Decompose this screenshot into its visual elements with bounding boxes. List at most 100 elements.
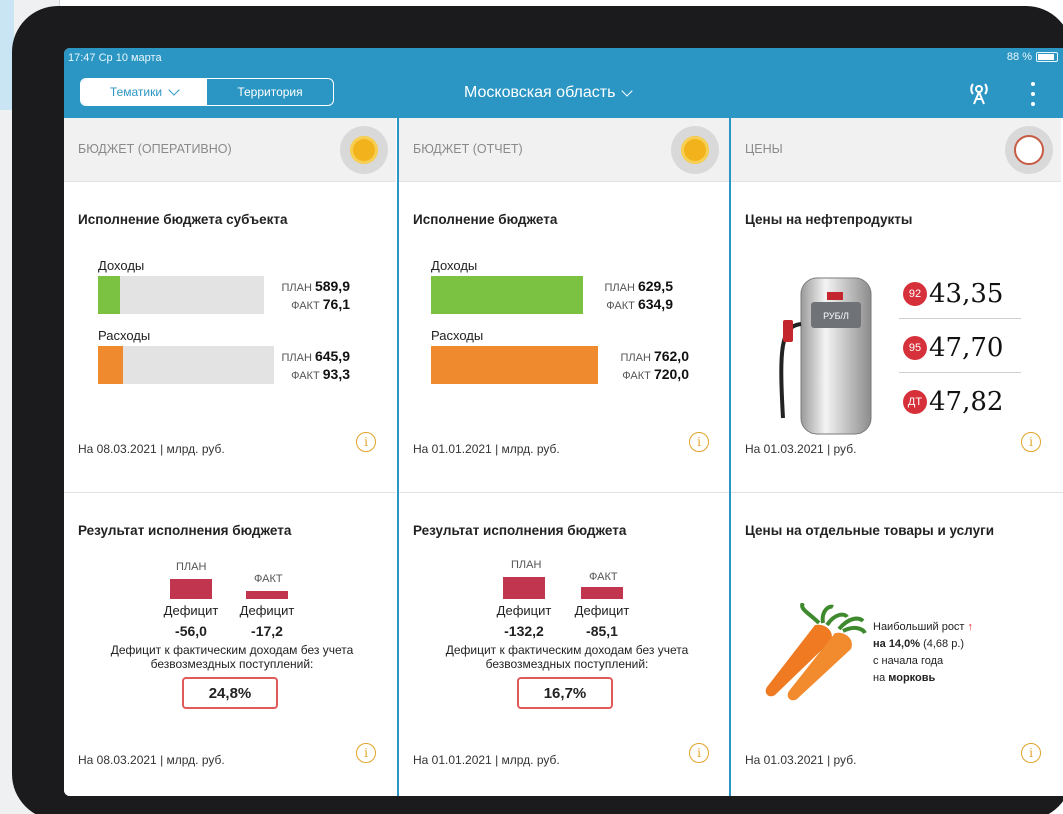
income-bar [98, 276, 264, 314]
tab-territory-label: Территория [237, 85, 303, 99]
card-title: Исполнение бюджета [413, 212, 558, 227]
income-bar-fill [98, 276, 120, 314]
income-values: ПЛАН 589,9 ФАКТ 76,1 [281, 278, 350, 312]
tab-topics[interactable]: Тематики [81, 79, 207, 105]
fact-label: ФАКТ [254, 573, 283, 585]
card-footer-date: На 01.03.2021 | руб. [745, 442, 857, 456]
price-row-dt: ДТ 47,82 [903, 380, 1021, 424]
column-title: БЮДЖЕТ (ОПЕРАТИВНО) [78, 142, 232, 156]
plan-deficit-block [170, 579, 212, 599]
plan-deficit-label: Дефицит [496, 603, 552, 618]
price-row-92: 92 43,35 [903, 272, 1021, 316]
goods-prices-card[interactable]: Цены на отдельные товары и услуги Наибол… [731, 492, 1063, 796]
info-icon[interactable]: i [1021, 743, 1041, 763]
card-footer-date: На 01.01.2021 | млрд. руб. [413, 442, 560, 456]
budget-result-card[interactable]: Результат исполнения бюджета ПЛАН ФАКТ Д… [64, 492, 396, 796]
plan-deficit-label: Дефицит [163, 603, 219, 618]
fuel-prices-card[interactable]: Цены на нефтепродукты РУБ/Л 92 43,35 95 … [731, 182, 1063, 492]
divider [899, 318, 1021, 319]
fuel-price-92: 43,35 [929, 279, 1004, 309]
tab-topics-label: Тематики [109, 85, 163, 99]
card-title: Результат исполнения бюджета [78, 523, 292, 538]
column-prices: ЦЕНЫ Цены на нефтепродукты РУБ/Л 92 43,3… [729, 118, 1063, 796]
column-header[interactable]: ЦЕНЫ [731, 118, 1061, 182]
fact-deficit-value: -85,1 [586, 623, 618, 639]
plan-label: ПЛАН [511, 559, 542, 571]
segmented-control: Тематики Территория [80, 78, 334, 106]
deficit-note: Дефицит к фактическим доходам без учета … [445, 643, 689, 671]
deficit-percent: 24,8% [182, 677, 278, 709]
fact-label: ФАКТ [589, 571, 618, 583]
deficit-percent: 16,7% [517, 677, 613, 709]
expense-bar-fill [431, 346, 599, 384]
expense-label: Расходы [431, 328, 484, 343]
growth-rub: (4,68 р.) [920, 638, 965, 650]
status-indicators: 88 % [1007, 51, 1058, 63]
fact-deficit-value: -17,2 [251, 623, 283, 639]
plan-label: ПЛАН [176, 561, 207, 573]
info-icon[interactable]: i [1021, 432, 1041, 452]
income-values: ПЛАН 629,5 ФАКТ 634,9 [604, 278, 673, 312]
fact-deficit-block [581, 587, 623, 599]
broadcast-icon[interactable] [966, 80, 992, 106]
fuel-tag-95: 95 [903, 336, 927, 360]
fact-deficit-label: Дефицит [239, 603, 295, 618]
plan-deficit-block [503, 577, 545, 599]
budget-execution-card[interactable]: Исполнение бюджета Доходы ПЛАН 629,5 ФАК… [399, 182, 731, 492]
chevron-down-icon [168, 84, 180, 96]
expense-values: ПЛАН 645,9 ФАКТ 93,3 [281, 348, 350, 382]
income-label: Доходы [431, 258, 478, 273]
tab-territory[interactable]: Территория [207, 79, 333, 105]
budget-result-card[interactable]: Результат исполнения бюджета ПЛАН ФАКТ Д… [399, 492, 731, 796]
battery-percent: 88 % [1006, 51, 1032, 63]
info-icon[interactable]: i [689, 743, 709, 763]
info-icon[interactable]: i [689, 432, 709, 452]
app-header: 17:47 Ср 10 марта 88 % Тематики Территор… [64, 48, 1063, 118]
more-menu-icon[interactable] [1026, 82, 1040, 106]
expense-label: Расходы [98, 328, 151, 343]
fuel-price-95: 47,70 [929, 333, 1004, 363]
column-header[interactable]: БЮДЖЕТ (ОТЧЕТ) [399, 118, 729, 182]
status-time: 17:47 Ср 10 марта [68, 52, 162, 64]
growth-product: морковь [888, 672, 936, 684]
coin-icon [671, 126, 719, 174]
info-icon[interactable]: i [356, 432, 376, 452]
chevron-down-icon [621, 85, 634, 97]
fuel-tag-92: 92 [903, 282, 927, 306]
growth-line1: Наибольший рост [873, 621, 965, 633]
fuel-pump-icon: РУБ/Л [779, 277, 872, 435]
top-growth-text: Наибольший рост ↑ на 14,0% (4,68 р.) с н… [873, 619, 973, 687]
battery-icon [1036, 52, 1058, 62]
fuel-tag-dt: ДТ [903, 390, 927, 414]
fact-deficit-block [246, 591, 288, 599]
growth-percent: на 14,0% [873, 638, 921, 650]
expense-bar [431, 346, 607, 384]
budget-execution-card[interactable]: Исполнение бюджета субъекта Доходы ПЛАН … [64, 182, 396, 492]
plan-deficit-value: -56,0 [175, 623, 207, 639]
plan-deficit-value: -132,2 [504, 623, 544, 639]
deficit-note: Дефицит к фактическим доходам без учета … [110, 643, 354, 671]
column-budget-report: БЮДЖЕТ (ОТЧЕТ) Исполнение бюджета Доходы… [397, 118, 731, 796]
region-selector[interactable]: Московская область [464, 84, 634, 102]
column-title: БЮДЖЕТ (ОТЧЕТ) [413, 142, 523, 156]
pump-label: РУБ/Л [823, 311, 849, 321]
income-bar-fill [431, 276, 583, 314]
info-icon[interactable]: i [356, 743, 376, 763]
column-budget-operational: БЮДЖЕТ (ОПЕРАТИВНО) Исполнение бюджета с… [64, 118, 396, 796]
column-title: ЦЕНЫ [745, 142, 783, 156]
card-footer-date: На 01.01.2021 | млрд. руб. [413, 753, 560, 767]
card-footer-date: На 01.03.2021 | руб. [745, 753, 857, 767]
card-title: Результат исполнения бюджета [413, 523, 627, 538]
card-footer-date: На 08.03.2021 | млрд. руб. [78, 442, 225, 456]
app-screen: 17:47 Ср 10 марта 88 % Тематики Территор… [64, 48, 1063, 796]
coin-icon [340, 126, 388, 174]
card-title: Цены на нефтепродукты [745, 212, 913, 227]
expense-bar [98, 346, 274, 384]
region-name: Московская область [464, 84, 616, 101]
growth-line4-prefix: на [873, 672, 889, 684]
income-label: Доходы [98, 258, 145, 273]
column-header[interactable]: БЮДЖЕТ (ОПЕРАТИВНО) [64, 118, 396, 182]
income-bar [431, 276, 583, 314]
expense-values: ПЛАН 762,0 ФАКТ 720,0 [620, 348, 689, 382]
card-title: Цены на отдельные товары и услуги [745, 523, 995, 538]
